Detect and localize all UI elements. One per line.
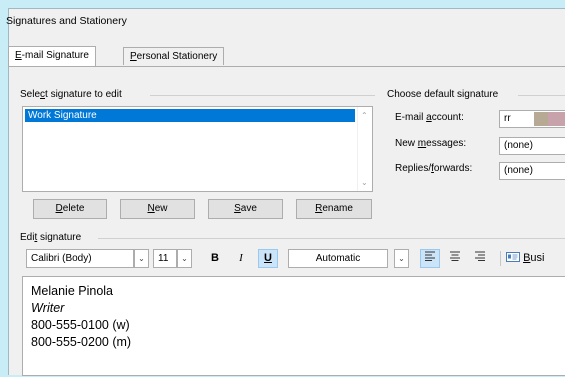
signature-phone-mobile: 800-555-0200 (m)	[31, 335, 132, 349]
account-color-swatch	[534, 112, 548, 126]
align-center-button[interactable]	[445, 249, 465, 268]
delete-button[interactable]: Delete	[33, 199, 107, 219]
align-center-icon	[450, 251, 460, 261]
bold-button[interactable]: B	[205, 249, 225, 268]
replies-forwards-label: Replies/forwards:	[395, 163, 473, 174]
align-right-icon	[475, 251, 485, 261]
italic-button[interactable]: I	[231, 249, 251, 268]
new-messages-label: New messages:	[395, 138, 467, 149]
signature-title: Writer	[31, 301, 65, 315]
signature-editor[interactable]: Melanie Pinola Writer 800-555-0100 (w) 8…	[22, 276, 565, 376]
tab-email-signature[interactable]: E-mail Signature	[8, 46, 96, 66]
select-signature-label: Select signature to edit	[20, 89, 125, 100]
email-account-label: E-mail account:	[395, 112, 464, 123]
signature-phone-work: 800-555-0100 (w)	[31, 318, 130, 332]
replies-forwards-select[interactable]: (none)	[499, 162, 565, 180]
group-rule-edit	[98, 238, 565, 239]
align-right-button[interactable]	[470, 249, 490, 268]
align-left-button[interactable]	[420, 249, 440, 268]
save-button[interactable]: Save	[208, 199, 283, 219]
signature-list[interactable]: Work Signature ⌃ ⌄	[22, 106, 373, 192]
new-messages-select[interactable]: (none)	[499, 137, 565, 155]
group-rule-select	[150, 95, 375, 96]
tab-personal-stationery[interactable]: Personal Stationery	[123, 47, 225, 65]
list-scrollbar[interactable]: ⌃ ⌄	[357, 107, 372, 191]
font-dropdown-icon[interactable]: ⌄	[134, 249, 149, 268]
signature-name: Melanie Pinola	[31, 284, 113, 298]
scroll-down-icon[interactable]: ⌄	[361, 178, 368, 187]
email-account-select[interactable]: rr	[499, 110, 565, 128]
rename-button[interactable]: Rename	[296, 199, 372, 219]
font-name-select[interactable]: Calibri (Body)	[26, 249, 134, 268]
edit-signature-label: Edit signature	[20, 232, 85, 243]
list-item[interactable]: Work Signature	[25, 109, 355, 122]
font-size-select[interactable]: 11	[153, 249, 177, 268]
scroll-up-icon[interactable]: ⌃	[361, 111, 368, 120]
underline-button[interactable]: U	[258, 249, 278, 268]
dialog-title: Signatures and Stationery	[6, 15, 127, 27]
toolbar-separator	[500, 251, 501, 266]
align-left-icon	[425, 251, 435, 261]
business-card-icon	[506, 252, 520, 262]
size-dropdown-icon[interactable]: ⌄	[177, 249, 192, 268]
color-dropdown-icon[interactable]: ⌄	[394, 249, 409, 268]
font-color-select[interactable]: Automatic	[288, 249, 388, 268]
new-button[interactable]: New	[120, 199, 195, 219]
account-color-swatch-2	[548, 112, 565, 126]
group-rule-defaults	[518, 95, 565, 96]
choose-default-header: Choose default signature	[387, 89, 502, 100]
business-card-button[interactable]: Busi	[506, 249, 565, 268]
